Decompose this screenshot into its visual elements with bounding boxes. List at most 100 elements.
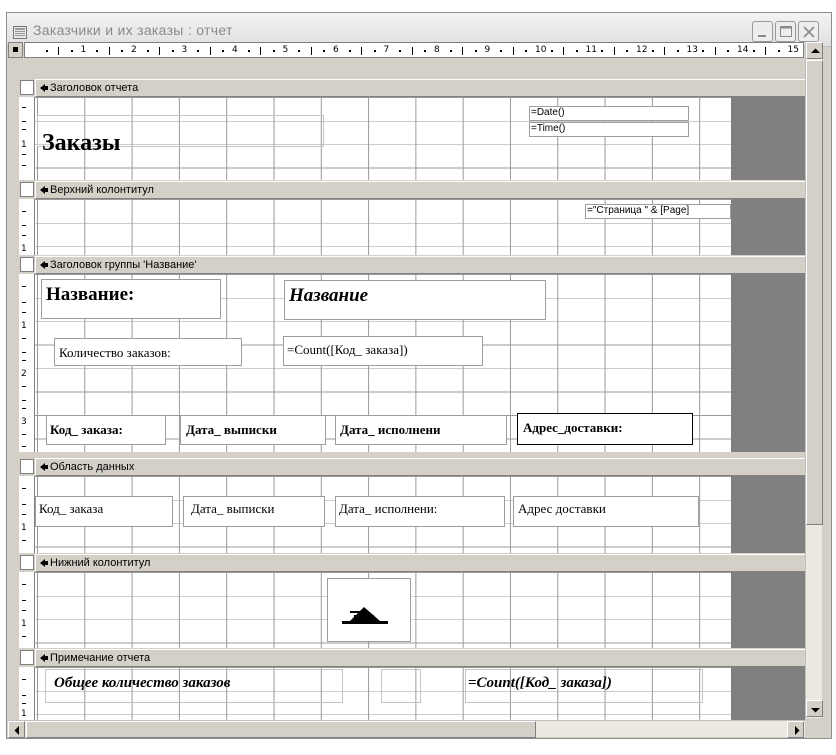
arrow-down-icon [811,708,820,713]
horizontal-scroll-thumb[interactable] [26,721,536,738]
scroll-down-button[interactable] [806,700,823,717]
ruler-label: 8 [434,45,440,55]
ruler-half-mark [613,47,615,55]
column-header-ship-date[interactable]: Дата_ исполнени [335,415,507,445]
ruler-label: 6 [333,45,339,55]
scroll-left-button[interactable] [8,721,25,738]
scroll-up-button[interactable] [806,42,823,59]
scroll-right-button[interactable] [787,721,804,738]
footer-spacer-box[interactable] [381,669,421,703]
section-bar-report-footer[interactable]: Примечание отчета [8,648,805,667]
section-arrow-icon [40,463,48,471]
ruler-half-mark [411,47,413,55]
horizontal-ruler[interactable]: 12345678910111213141516 [24,42,804,58]
column-header-address[interactable]: Адрес_доставки: [517,413,693,445]
report-icon [13,24,27,39]
ruler-quarter-mark [676,50,679,52]
horizontal-scrollbar[interactable] [8,720,805,738]
order-count-expression[interactable]: =Count([Код_ заказа]) [283,336,483,366]
minimize-button[interactable] [752,21,773,42]
section-bar-page-header[interactable]: Верхний колонтитул [8,180,805,199]
order-count-label[interactable]: Количество заказов: [54,338,242,366]
ruler-quarter-mark [146,50,149,52]
group-name-label[interactable]: Название: [41,279,221,319]
ruler-quarter-mark [500,50,503,52]
section-bar-page-footer[interactable]: Нижний колонтитул [8,553,805,572]
ruler-quarter-mark [222,50,225,52]
ruler-quarter-mark [550,50,553,52]
ruler-quarter-mark [121,50,124,52]
maximize-button[interactable] [775,21,796,42]
section-selector[interactable] [20,555,34,570]
total-orders-expression[interactable]: =Count([Код_ заказа]) [465,669,703,703]
section-selector[interactable] [20,650,34,665]
ruler-half-mark [361,47,363,55]
ruler-quarter-mark [298,50,301,52]
column-header-order-date[interactable]: Дата_ выписки [180,415,326,445]
ruler-half-mark [310,47,312,55]
ruler-quarter-mark [651,50,654,52]
ruler-label: 5 [282,45,289,55]
report-header-area[interactable]: Заказы =Date() =Time() [35,97,731,180]
area-outside-report [731,97,805,180]
section-title-group-header: Заголовок группы 'Название' [50,259,197,271]
section-selector[interactable] [20,257,34,272]
area-outside-report [731,274,805,452]
vertical-ruler-group-header: 1 2 3 [19,274,35,452]
ruler-label: 3 [181,45,188,55]
area-outside-report [731,199,805,255]
ruler-quarter-mark [272,50,275,52]
field-order-date[interactable]: Дата_ выписки [183,496,325,527]
page-footer-area[interactable] [35,572,731,648]
vertical-ruler-report-header: 1 [19,97,35,180]
vertical-scrollbar[interactable] [805,42,823,718]
report-selector[interactable] [8,42,23,58]
close-icon [803,26,815,38]
report-footer-area[interactable]: Общее количество заказов =Count([Код_ за… [35,667,731,720]
ruler-quarter-mark [626,50,629,52]
group-header-area[interactable]: Название: Название Количество заказов: =… [35,274,731,452]
section-title-report-header: Заголовок отчета [50,82,139,94]
section-selector[interactable] [20,80,34,95]
close-button[interactable] [798,21,819,42]
field-address[interactable]: Адрес доставки [513,496,699,527]
ruler-quarter-mark [45,50,48,52]
section-title-page-header: Верхний колонтитул [50,184,154,196]
arrow-up-icon [811,48,820,53]
section-bar-group-header[interactable]: Заголовок группы 'Название' [8,255,805,274]
ruler-quarter-mark [702,50,705,52]
window-title: Заказчики и их заказы : отчет [33,22,233,38]
section-bar-detail[interactable]: Область данных [8,457,805,476]
vertical-ruler-page-header: 1 [19,199,35,255]
ruler-quarter-mark [348,50,351,52]
ruler-half-mark [512,47,514,55]
ruler-quarter-mark [803,50,804,52]
section-selector[interactable] [20,459,34,474]
section-arrow-icon [40,654,48,662]
logo-icon [342,607,388,624]
ruler-quarter-mark [424,50,427,52]
logo-image-control[interactable] [327,578,411,642]
vertical-scroll-thumb[interactable] [806,60,823,525]
group-name-field[interactable]: Название [284,280,546,320]
page-number-expression-field[interactable]: ="Страница " & [Page] [585,204,731,219]
detail-area[interactable]: Код_ заказа Дата_ выписки Дата_ исполнен… [35,476,731,553]
ruler-quarter-mark [247,50,250,52]
vertical-ruler-detail: 1 [19,476,35,553]
field-ship-date[interactable]: Дата_ исполнени: [335,496,505,527]
time-expression-field[interactable]: =Time() [529,122,689,137]
ruler-half-mark [260,47,262,55]
ruler-label: 13 [686,45,698,55]
section-selector[interactable] [20,182,34,197]
section-bar-report-header[interactable]: Заголовок отчета [8,78,805,97]
total-orders-label[interactable]: Общее количество заказов [45,669,343,703]
ruler-label: 12 [636,45,648,55]
column-header-order-id[interactable]: Код_ заказа: [46,415,166,445]
field-order-id[interactable]: Код_ заказа [35,496,173,527]
report-title-label[interactable]: Заказы [37,129,179,159]
ruler-half-mark [209,47,211,55]
date-expression-field[interactable]: =Date() [529,106,689,121]
page-header-area[interactable]: ="Страница " & [Page] [35,199,731,255]
ruler-quarter-mark [752,50,755,52]
ruler-quarter-mark [70,50,73,52]
